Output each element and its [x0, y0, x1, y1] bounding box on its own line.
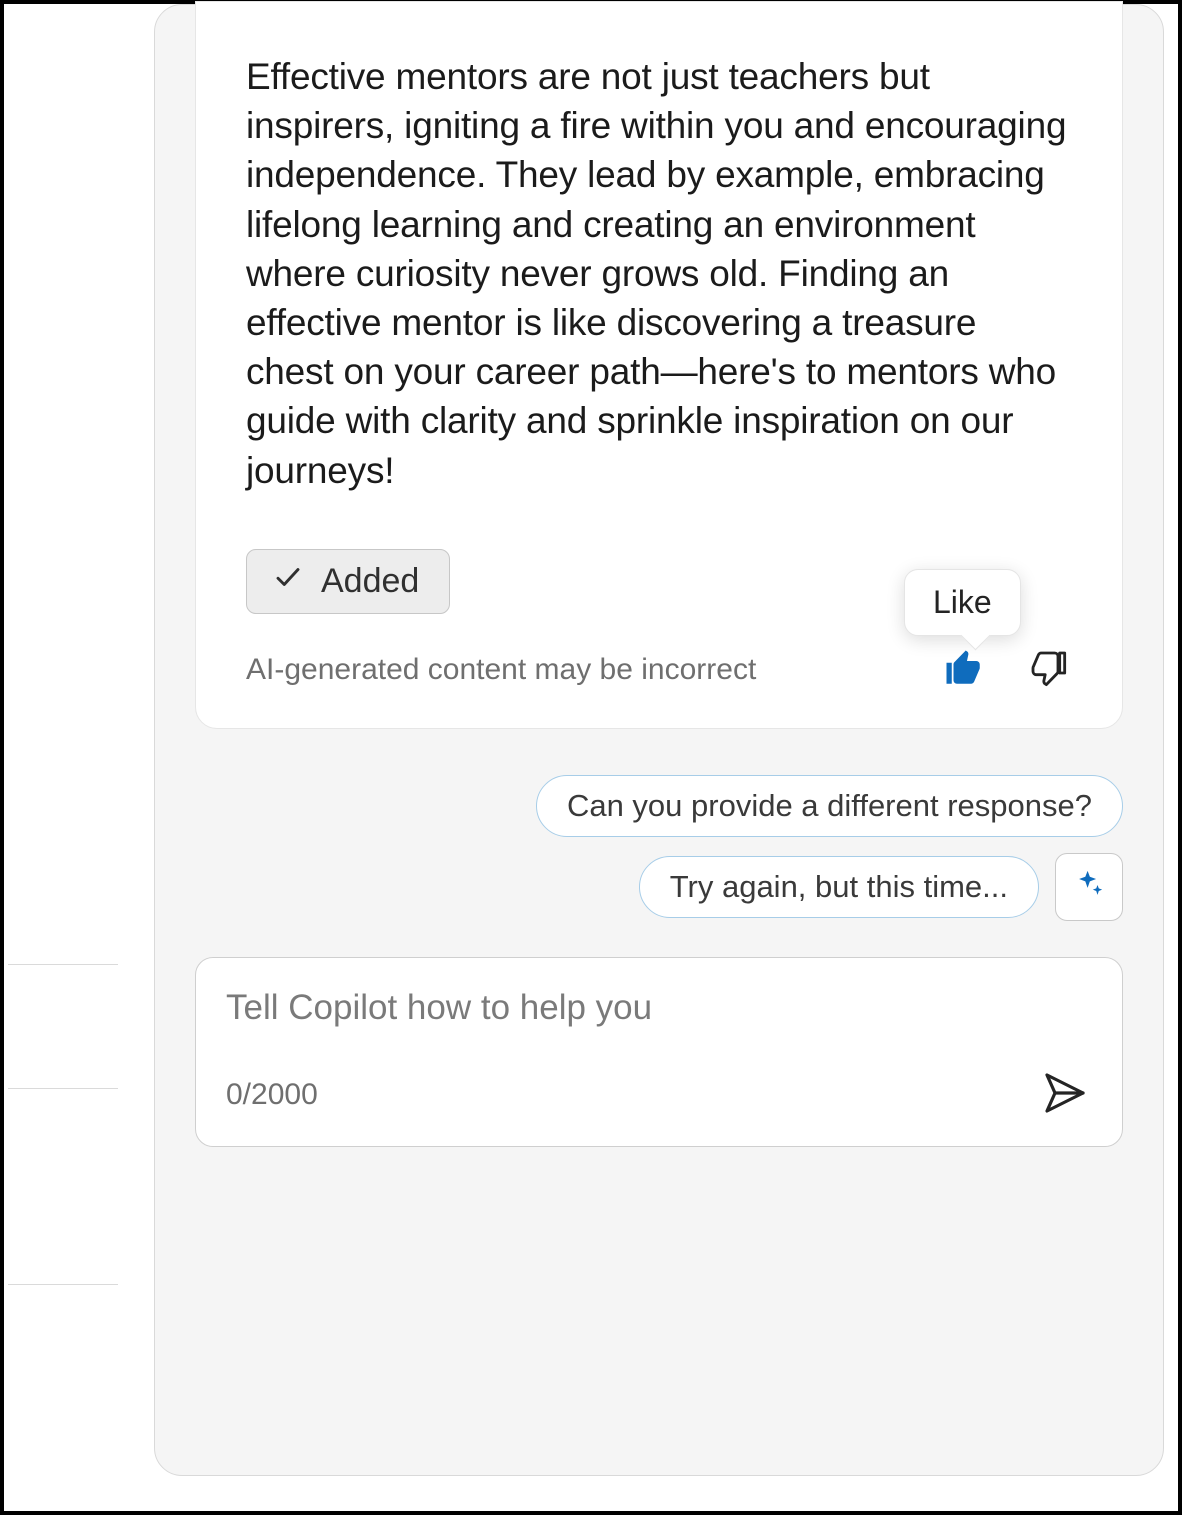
ai-disclaimer-text: AI-generated content may be incorrect	[246, 653, 756, 687]
assistant-message: Effective mentors are not just teachers …	[195, 1, 1123, 729]
like-tooltip-label: Like	[933, 584, 992, 620]
added-status-pill[interactable]: Added	[246, 549, 450, 614]
composer: 0/2000	[195, 957, 1123, 1147]
composer-bottom-row: 0/2000	[226, 1068, 1092, 1122]
character-counter: 0/2000	[226, 1078, 318, 1112]
app-frame: Effective mentors are not just teachers …	[0, 0, 1182, 1515]
check-icon	[273, 562, 303, 601]
sparkle-icon	[1072, 868, 1106, 905]
send-icon	[1041, 1069, 1089, 1120]
send-button[interactable]	[1038, 1068, 1092, 1122]
composer-input[interactable]	[226, 988, 1092, 1028]
assistant-message-text: Effective mentors are not just teachers …	[246, 52, 1072, 495]
suggestion-try-again[interactable]: Try again, but this time...	[639, 856, 1039, 918]
suggestion-sparkle-button[interactable]	[1055, 853, 1123, 921]
left-rail-divider	[8, 1088, 118, 1089]
copilot-panel: Effective mentors are not just teachers …	[154, 4, 1164, 1476]
added-label: Added	[321, 562, 419, 601]
like-button[interactable]	[940, 646, 988, 694]
thumbs-down-icon	[1028, 648, 1068, 691]
thumbs-up-icon	[943, 647, 985, 692]
suggestion-different-response[interactable]: Can you provide a different response?	[536, 775, 1123, 837]
dislike-button[interactable]	[1024, 646, 1072, 694]
left-rail-divider	[8, 964, 118, 965]
suggestions-group: Can you provide a different response? Tr…	[195, 775, 1123, 921]
message-footer-row: AI-generated content may be incorrect Li…	[246, 646, 1072, 694]
feedback-group: Like	[940, 646, 1072, 694]
suggestion-row-2: Try again, but this time...	[639, 853, 1123, 921]
like-tooltip: Like	[904, 569, 1021, 636]
left-rail-divider	[8, 1284, 118, 1285]
